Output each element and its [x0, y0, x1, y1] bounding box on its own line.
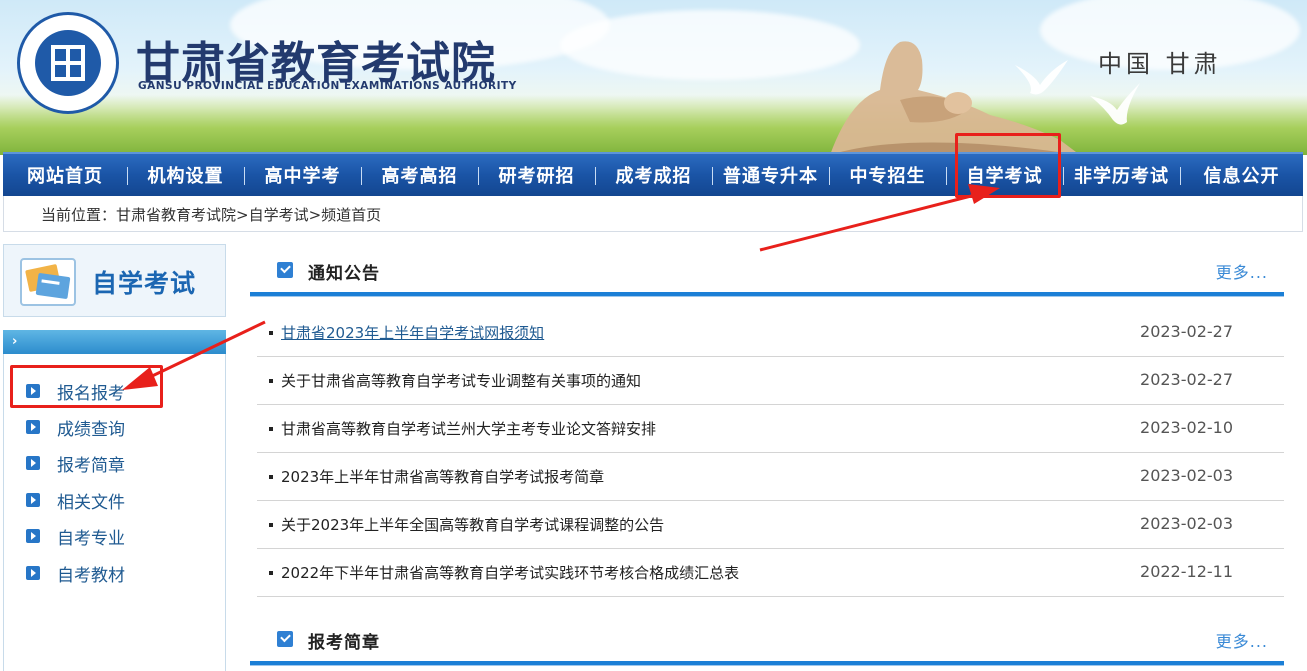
emblem-icon [17, 12, 119, 114]
guide-header: 报考简章 更多... [250, 620, 1284, 664]
bullet-icon [269, 379, 273, 383]
news-title-link[interactable]: 关于2023年上半年全国高等教育自学考试课程调整的公告 [281, 514, 664, 535]
nav-item-organization[interactable]: 机构设置 [127, 154, 244, 196]
list-item: 甘肃省2023年上半年自学考试网报须知 2023-02-27 [257, 309, 1284, 357]
notices-title: 通知公告 [308, 264, 380, 284]
list-item: 甘肃省高等教育自学考试兰州大学主考专业论文答辩安排 2023-02-10 [257, 405, 1284, 453]
list-item: 关于甘肃省高等教育自学考试专业调整有关事项的通知 2023-02-27 [257, 357, 1284, 405]
nav-item-upgrade[interactable]: 普通专升本 [712, 154, 829, 196]
nav-item-non-degree-exam[interactable]: 非学历考试 [1063, 154, 1180, 196]
nav-item-information[interactable]: 信息公开 [1180, 154, 1303, 196]
chevron-right-icon: › [12, 334, 18, 349]
checkbox-icon [277, 262, 293, 278]
dove-icon [1090, 83, 1140, 125]
arrow-right-icon [26, 456, 40, 470]
notices-divider [250, 292, 1284, 297]
bullet-icon [269, 475, 273, 479]
site-subtitle: GANSU PROVINCIAL EDUCATION EXAMINATIONS … [138, 80, 517, 92]
notices-more-link[interactable]: 更多... [1216, 259, 1268, 283]
sidebar-header: 自学考试 [3, 244, 226, 317]
nav-item-home[interactable]: 网站首页 [3, 154, 127, 196]
sidebar-item-guide[interactable]: 报考简章 [26, 451, 125, 476]
notices-header: 通知公告 更多... [250, 251, 1284, 295]
nav-item-gaokao[interactable]: 高考高招 [361, 154, 478, 196]
news-date: 2023-02-27 [1140, 370, 1233, 389]
list-item: 2023年上半年甘肃省高等教育自学考试报考简章 2023-02-03 [257, 453, 1284, 501]
sidebar-item-label: 自考教材 [57, 565, 125, 586]
sidebar-item-majors[interactable]: 自考专业 [26, 524, 125, 549]
nav-item-high-school-exam[interactable]: 高中学考 [244, 154, 361, 196]
news-title-link[interactable]: 甘肃省高等教育自学考试兰州大学主考专业论文答辩安排 [281, 418, 656, 439]
news-title-link[interactable]: 2023年上半年甘肃省高等教育自学考试报考简章 [281, 466, 604, 487]
bullet-icon [269, 331, 273, 335]
list-item: 关于2023年上半年全国高等教育自学考试课程调整的公告 2023-02-03 [257, 501, 1284, 549]
sidebar-item-label: 报考简章 [57, 455, 125, 476]
guide-title: 报考简章 [308, 633, 380, 653]
checkbox-icon [277, 631, 293, 647]
news-title-link[interactable]: 甘肃省2023年上半年自学考试网报须知 [281, 322, 544, 343]
sidebar-item-label: 相关文件 [57, 492, 125, 513]
arrow-right-icon [26, 493, 40, 507]
annotation-highlight-box [10, 365, 163, 408]
nav-item-secondary-vocational[interactable]: 中专招生 [829, 154, 946, 196]
news-title-link[interactable]: 关于甘肃省高等教育自学考试专业调整有关事项的通知 [281, 370, 641, 391]
guide-divider [250, 661, 1284, 666]
news-date: 2023-02-03 [1140, 466, 1233, 485]
id-card-icon [20, 258, 76, 306]
arrow-right-icon [26, 420, 40, 434]
guide-more-link[interactable]: 更多... [1216, 628, 1268, 652]
region-label: 中国 甘肃 [1098, 50, 1222, 78]
bullet-icon [269, 571, 273, 575]
nav-item-adult-exam[interactable]: 成考成招 [595, 154, 712, 196]
nav-item-graduate-exam[interactable]: 研考研招 [478, 154, 595, 196]
arrow-right-icon [26, 566, 40, 580]
header-banner: 甘肃省教育考试院 GANSU PROVINCIAL EDUCATION EXAM… [0, 0, 1307, 155]
bullet-icon [269, 523, 273, 527]
arrow-right-icon [26, 529, 40, 543]
dove-icon [1015, 60, 1068, 95]
news-date: 2022-12-11 [1140, 562, 1233, 581]
main-nav: 网站首页 机构设置 高中学考 高考高招 研考研招 成考成招 普通专升本 中专招生… [3, 152, 1303, 196]
news-title-link[interactable]: 2022年下半年甘肃省高等教育自学考试实践环节考核合格成绩汇总表 [281, 562, 739, 583]
sidebar-item-score-query[interactable]: 成绩查询 [26, 415, 125, 440]
list-item: 2022年下半年甘肃省高等教育自学考试实践环节考核合格成绩汇总表 2022-12… [257, 549, 1284, 597]
news-date: 2023-02-27 [1140, 322, 1233, 341]
breadcrumb: 当前位置：甘肃省教育考试院>自学考试>频道首页 [3, 196, 1303, 232]
sidebar-title: 自学考试 [92, 269, 197, 298]
sidebar-item-label: 自考专业 [57, 528, 125, 549]
sidebar-item-textbooks[interactable]: 自考教材 [26, 561, 125, 586]
bullet-icon [269, 427, 273, 431]
news-date: 2023-02-03 [1140, 514, 1233, 533]
sidebar-bar: › [3, 330, 226, 354]
sidebar-item-label: 成绩查询 [57, 419, 125, 440]
sidebar-item-documents[interactable]: 相关文件 [26, 488, 125, 513]
news-date: 2023-02-10 [1140, 418, 1233, 437]
annotation-highlight-box [955, 133, 1061, 198]
breadcrumb-text: 当前位置：甘肃省教育考试院>自学考试>频道首页 [41, 206, 382, 224]
